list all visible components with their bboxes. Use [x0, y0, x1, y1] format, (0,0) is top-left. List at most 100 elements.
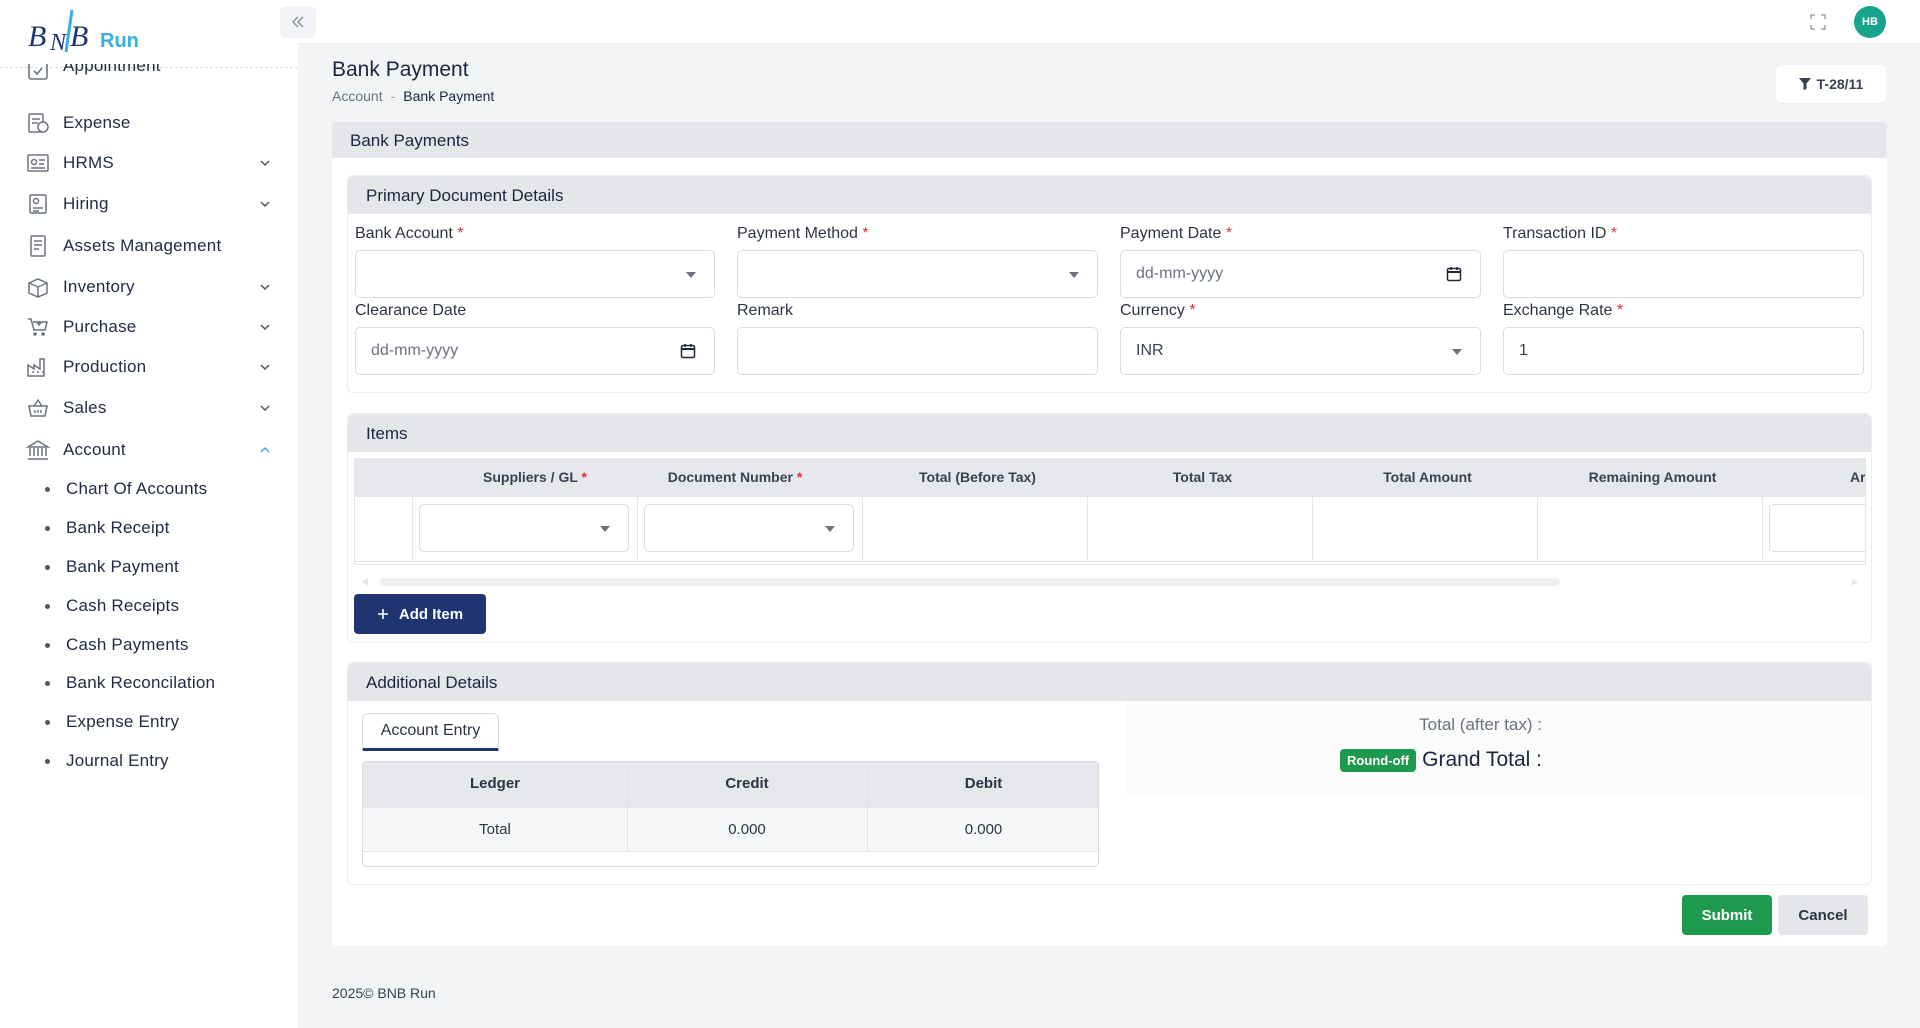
- primary-document-section: Primary Document Details Bank Account * …: [347, 175, 1872, 393]
- column-header-amount: Ar: [1850, 469, 1866, 485]
- plus-icon: [377, 609, 388, 619]
- sidebar-item-label: Production: [63, 357, 147, 376]
- main-card: Bank Payments Primary Document Details B…: [332, 122, 1887, 946]
- sidebar-subitem-expense-entry[interactable]: Expense Entry: [45, 706, 275, 738]
- section-title: Additional Details: [348, 663, 1871, 701]
- transaction-id-input[interactable]: [1503, 250, 1864, 298]
- total-label: Total: [479, 821, 511, 838]
- payment-method-select[interactable]: [737, 250, 1098, 298]
- filter-button[interactable]: T-28/11: [1776, 65, 1886, 103]
- scroll-right-icon[interactable]: [1850, 577, 1860, 587]
- calendar-icon[interactable]: [1446, 266, 1462, 282]
- sidebar-item-assets-management[interactable]: Assets Management: [25, 228, 277, 264]
- scrollbar-thumb[interactable]: [380, 578, 1560, 586]
- sidebar-collapse-button[interactable]: [280, 6, 316, 38]
- document-number-select[interactable]: [644, 504, 854, 552]
- filter-label: T-28/11: [1816, 76, 1864, 92]
- sidebar-subitem-bank-receipt[interactable]: Bank Receipt: [45, 512, 275, 544]
- svg-text:B: B: [70, 20, 88, 53]
- sidebar-item-production[interactable]: Production: [25, 349, 277, 385]
- bullet-icon: [45, 603, 50, 609]
- column-divider: [1312, 497, 1313, 561]
- bank-account-select[interactable]: [355, 250, 715, 298]
- factory-icon: [25, 354, 51, 380]
- column-divider: [412, 497, 413, 561]
- amount-input[interactable]: [1769, 504, 1865, 552]
- clearance-date-label: Clearance Date: [355, 302, 466, 320]
- header-text: Suppliers / GL: [483, 469, 578, 485]
- remark-label: Remark: [737, 302, 793, 320]
- remark-input[interactable]: [737, 327, 1098, 375]
- sidebar-subitem-bank-payment[interactable]: Bank Payment: [45, 551, 275, 583]
- scroll-left-icon[interactable]: [360, 577, 370, 587]
- sidebar-item-hiring[interactable]: Hiring: [25, 186, 277, 222]
- cancel-button[interactable]: Cancel: [1778, 895, 1868, 935]
- horizontal-scrollbar[interactable]: [356, 576, 1864, 588]
- sidebar-item-label: Assets Management: [63, 236, 222, 255]
- basket-icon: [25, 395, 51, 421]
- clearance-date-input[interactable]: dd-mm-yyyy: [355, 327, 715, 375]
- payment-date-label: Payment Date *: [1120, 225, 1232, 243]
- supplier-select[interactable]: [419, 504, 629, 552]
- label-text: Clearance Date: [355, 302, 467, 319]
- sidebar-item-expense[interactable]: Expense: [25, 105, 277, 141]
- date-placeholder: dd-mm-yyyy: [1136, 265, 1224, 282]
- payment-date-input[interactable]: dd-mm-yyyy: [1120, 250, 1481, 298]
- exchange-rate-label: Exchange Rate *: [1503, 302, 1623, 320]
- sidebar-subitem-chart-of-accounts[interactable]: Chart Of Accounts: [45, 473, 275, 505]
- label-text: Currency: [1120, 302, 1185, 319]
- label-text: Payment Date: [1120, 225, 1222, 242]
- brand-logo[interactable]: B N B Run: [26, 6, 176, 62]
- caret-down-icon: [1069, 272, 1079, 278]
- fullscreen-icon[interactable]: [1810, 14, 1826, 30]
- column-divider: [627, 762, 628, 852]
- sidebar-subitem-cash-receipts[interactable]: Cash Receipts: [45, 590, 275, 622]
- breadcrumb-parent[interactable]: Account: [332, 88, 383, 104]
- column-header-debit: Debit: [964, 775, 1003, 792]
- sidebar-item-inventory[interactable]: Inventory: [25, 269, 277, 305]
- svg-text:B: B: [28, 20, 46, 53]
- chevron-down-icon: [260, 364, 270, 371]
- required-mark: *: [457, 225, 464, 242]
- label-text: Bank Account: [355, 225, 453, 242]
- calendar-icon[interactable]: [680, 343, 696, 359]
- sidebar-subitem-label: Journal Entry: [66, 751, 169, 770]
- main-card-header: Bank Payments: [332, 122, 1887, 158]
- label-text: Payment Method: [737, 225, 858, 242]
- currency-select[interactable]: INR: [1120, 327, 1481, 375]
- sidebar-subitem-label: Chart Of Accounts: [66, 479, 208, 498]
- sidebar-subitem-label: Bank Payment: [66, 557, 179, 576]
- sidebar-item-purchase[interactable]: Purchase: [25, 309, 277, 345]
- sidebar-subitem-label: Bank Reconcilation: [66, 673, 216, 692]
- add-item-button[interactable]: Add Item: [354, 594, 486, 634]
- bullet-icon: [45, 525, 50, 531]
- sidebar-item-account[interactable]: Account: [25, 432, 277, 468]
- bullet-icon: [45, 719, 50, 725]
- submit-button[interactable]: Submit: [1682, 895, 1772, 935]
- header-text: Document Number: [667, 469, 793, 485]
- sidebar-item-appointment[interactable]: Appointment: [25, 64, 277, 84]
- column-header-credit: Credit: [725, 775, 769, 792]
- payment-method-label: Payment Method *: [737, 225, 869, 243]
- cart-icon: [25, 314, 51, 340]
- sidebar-subitem-bank-reconcilation[interactable]: Bank Reconcilation: [45, 667, 275, 699]
- bullet-icon: [45, 642, 50, 648]
- caret-down-icon: [825, 526, 835, 532]
- required-mark: *: [1610, 225, 1618, 242]
- sidebar-subitem-journal-entry[interactable]: Journal Entry: [45, 745, 275, 777]
- user-avatar[interactable]: HB: [1854, 6, 1886, 38]
- tab-account-entry[interactable]: Account Entry: [362, 713, 499, 751]
- exchange-rate-input[interactable]: 1: [1503, 327, 1864, 375]
- round-off-badge[interactable]: Round-off: [1340, 748, 1417, 772]
- grand-total-label: Grand Total :: [1422, 748, 1542, 771]
- bullet-icon: [45, 564, 50, 570]
- required-mark: *: [862, 225, 869, 242]
- bullet-icon: [45, 680, 50, 686]
- sidebar-subitem-cash-payments[interactable]: Cash Payments: [45, 629, 275, 661]
- sidebar-item-hrms[interactable]: HRMS: [25, 145, 277, 181]
- bank-icon: [25, 437, 51, 463]
- sidebar-item-sales[interactable]: Sales: [25, 390, 277, 426]
- sidebar-item-label: Hiring: [63, 194, 109, 213]
- sidebar-item-label: Expense: [63, 113, 131, 132]
- breadcrumb-separator: -: [390, 88, 396, 104]
